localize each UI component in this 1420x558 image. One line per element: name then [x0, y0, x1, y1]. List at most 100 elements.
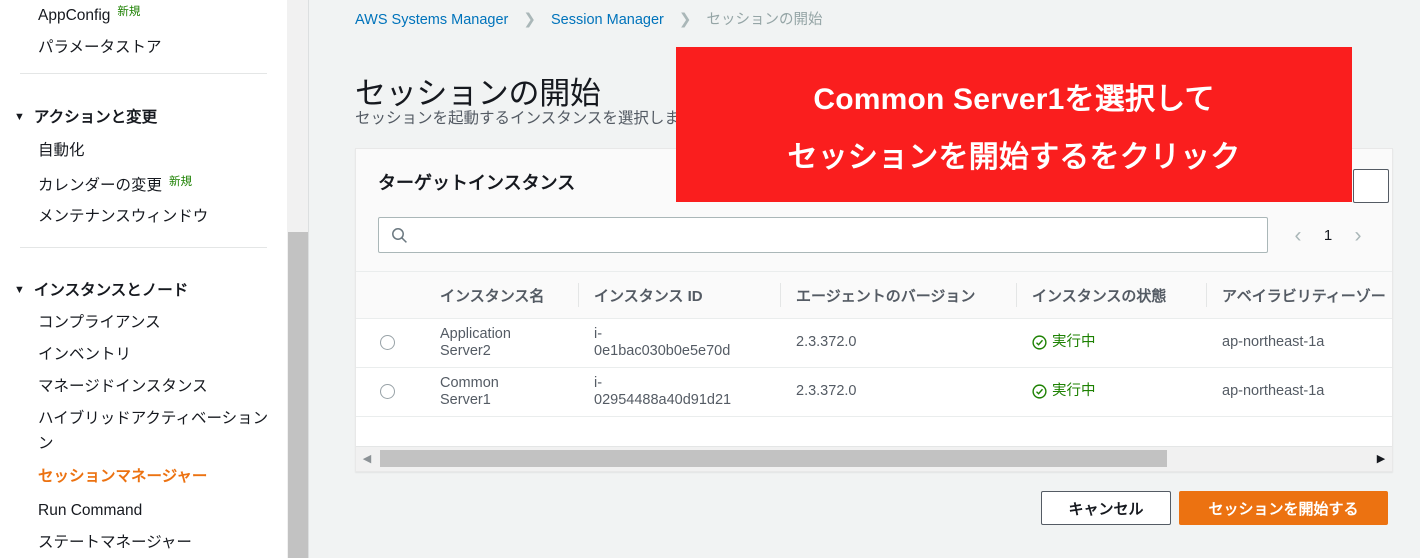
sidebar-item-label: マネージドインスタンス	[38, 378, 208, 395]
sidebar-item-item-1[interactable]: パラメータストア	[38, 38, 162, 58]
column-header[interactable]: インスタンス ID	[594, 285, 703, 306]
sidebar-group-label: アクションと変更	[34, 109, 157, 126]
sidebar-item-label: Run Command	[38, 502, 142, 519]
scroll-right-arrow-icon[interactable]: ▶	[1370, 447, 1392, 470]
sidebar-group-item-2[interactable]: ▼ アクションと変更	[14, 105, 157, 127]
breadcrumb-current: セッションの開始	[707, 12, 823, 28]
instance-name-cell-line2: Server1	[440, 392, 499, 409]
chevron-down-icon: ▼	[14, 284, 25, 296]
annotation-line-2: セッションを開始するをクリック	[788, 132, 1241, 176]
row-radio-button[interactable]	[380, 384, 395, 399]
column-header[interactable]: アベイラビリティーゾー	[1222, 285, 1386, 306]
instance-name-cell-line1: Application	[440, 326, 511, 343]
sidebar-divider	[20, 247, 267, 248]
availability-zone-cell: ap-northeast-1a	[1222, 383, 1324, 400]
sidebar-item-item-14[interactable]: ステートマネージャー	[38, 533, 192, 553]
breadcrumb: AWS Systems Manager ❯ Session Manager ❯ …	[355, 8, 823, 29]
search-icon	[391, 227, 408, 244]
column-divider	[780, 283, 781, 307]
chevron-down-icon: ▼	[14, 111, 25, 123]
status-ok-icon	[1032, 384, 1047, 399]
instance-state-cell: 実行中	[1032, 383, 1096, 400]
annotation-line-1: Common Server1を選択して	[813, 74, 1214, 118]
sidebar-item-label: AppConfig	[38, 7, 110, 24]
column-divider	[1016, 283, 1017, 307]
column-header[interactable]: エージェントのバージョン	[796, 285, 975, 306]
instance-state-cell: 実行中	[1032, 334, 1096, 351]
instance-name-cell-line2: Server2	[440, 343, 511, 360]
table-header-row: インスタンス名 インスタンス ID エージェントのバージョン インスタンスの状態 アベイ…	[356, 271, 1392, 319]
scroll-left-arrow-icon[interactable]: ◀	[356, 447, 378, 470]
table-row[interactable]: ApplicationServer2 i-0e1bac030b0e5e70d 2.3…	[356, 319, 1392, 368]
cancel-button[interactable]: キャンセル	[1041, 491, 1171, 525]
status-ok-icon	[1032, 335, 1047, 350]
sidebar-item-label: 自動化	[38, 142, 85, 159]
pagination-prev-icon[interactable]: ‹	[1281, 217, 1315, 253]
sidebar-item-item-8[interactable]: インベントリ	[38, 345, 131, 365]
sidebar-item-item-12[interactable]: セッションマネージャー	[38, 467, 207, 487]
new-badge: 新規	[169, 176, 192, 188]
instance-id-cell-line2: 02954488a40d91d21	[594, 392, 731, 409]
sidebar-item-item-3[interactable]: 自動化	[38, 141, 85, 161]
sidebar-item-item-9[interactable]: マネージドインスタンス	[38, 377, 208, 397]
start-session-button[interactable]: セッションを開始する	[1179, 491, 1388, 525]
gear-icon[interactable]	[1353, 169, 1389, 203]
sidebar-item-item-4[interactable]: カレンダーの変更新規	[38, 172, 192, 196]
sidebar-item-label: ステートマネージャー	[38, 534, 192, 551]
sidebar-divider	[20, 73, 267, 74]
instance-name-cell: CommonServer1	[440, 375, 499, 409]
instance-id-cell: i-02954488a40d91d21	[594, 375, 731, 409]
pagination-page-number[interactable]: 1	[1315, 227, 1341, 244]
instance-id-cell-line1: i-	[594, 375, 731, 392]
sidebar-item-label: ハイブリッドアクティベーション	[38, 410, 268, 427]
search-box[interactable]	[378, 217, 1268, 253]
instance-id-cell-line2: 0e1bac030b0e5e70d	[594, 343, 730, 360]
table-row[interactable]: CommonServer1 i-02954488a40d91d21 2.3.372.…	[356, 368, 1392, 417]
availability-zone-cell: ap-northeast-1a	[1222, 334, 1324, 351]
sidebar-item-appconfig[interactable]: AppConfig 新規	[38, 2, 140, 26]
column-divider	[1206, 283, 1207, 307]
sidebar-nav: AppConfig新規パラメータストア▼アクションと変更自動化カレンダーの変更新…	[0, 0, 287, 558]
row-radio-button[interactable]	[380, 335, 395, 350]
status-badge: 実行中	[1052, 334, 1096, 351]
sidebar-item-run-command[interactable]: Run Command	[38, 501, 142, 521]
sidebar-item-item-10[interactable]: ハイブリッドアクティベーション	[38, 409, 268, 429]
instance-name-cell: ApplicationServer2	[440, 326, 511, 360]
sidebar-item-label: メンテナンスウィンドウ	[38, 208, 208, 225]
annotation-overlay: Common Server1を選択して セッションを開始するをクリック	[676, 47, 1352, 202]
instances-table: インスタンス名 インスタンス ID エージェントのバージョン インスタンスの状態 アベイ…	[356, 271, 1392, 417]
sidebar-item-item-5[interactable]: メンテナンスウィンドウ	[38, 207, 208, 227]
scrollbar-thumb[interactable]	[380, 450, 1167, 467]
status-badge: 実行中	[1052, 383, 1096, 400]
instance-id-cell-line1: i-	[594, 326, 730, 343]
sidebar-item-label: セッションマネージャー	[38, 468, 207, 485]
breadcrumb-link-root[interactable]: AWS Systems Manager	[355, 12, 508, 28]
column-header[interactable]: インスタンス名	[440, 285, 544, 306]
card-title: ターゲットインスタンス	[378, 169, 575, 195]
table-horizontal-scrollbar[interactable]: ◀ ▶	[356, 446, 1392, 471]
sidebar-item-label: カレンダーの変更	[38, 177, 162, 194]
sidebar-group-label: インスタンスとノード	[34, 282, 188, 299]
new-badge: 新規	[117, 6, 140, 18]
agent-version-cell: 2.3.372.0	[796, 383, 856, 400]
breadcrumb-link-parent[interactable]: Session Manager	[551, 12, 664, 28]
sidebar-item-item-11[interactable]: ン	[38, 434, 54, 454]
search-input[interactable]	[417, 218, 1259, 254]
instance-id-cell: i-0e1bac030b0e5e70d	[594, 326, 730, 360]
sidebar-item-label: ン	[38, 435, 54, 452]
breadcrumb-separator-icon: ❯	[679, 11, 692, 28]
breadcrumb-separator-icon: ❯	[523, 11, 536, 28]
agent-version-cell: 2.3.372.0	[796, 334, 856, 351]
column-header[interactable]: インスタンスの状態	[1032, 285, 1166, 306]
sidebar-scrollbar-thumb[interactable]	[288, 232, 308, 558]
pagination-next-icon[interactable]: ›	[1341, 217, 1375, 253]
column-divider	[578, 283, 579, 307]
sidebar-item-item-7[interactable]: コンプライアンス	[38, 313, 161, 333]
sidebar-item-label: インベントリ	[38, 346, 131, 363]
card-filter-row: ‹ 1 ›	[356, 209, 1392, 271]
pagination: ‹ 1 ›	[1281, 217, 1375, 253]
sidebar-group-item-6[interactable]: ▼ インスタンスとノード	[14, 278, 188, 300]
page-description: セッションを起動するインスタンスを選択しま	[355, 106, 680, 128]
sidebar-item-label: パラメータストア	[38, 39, 162, 56]
sidebar-item-label: コンプライアンス	[38, 314, 161, 331]
